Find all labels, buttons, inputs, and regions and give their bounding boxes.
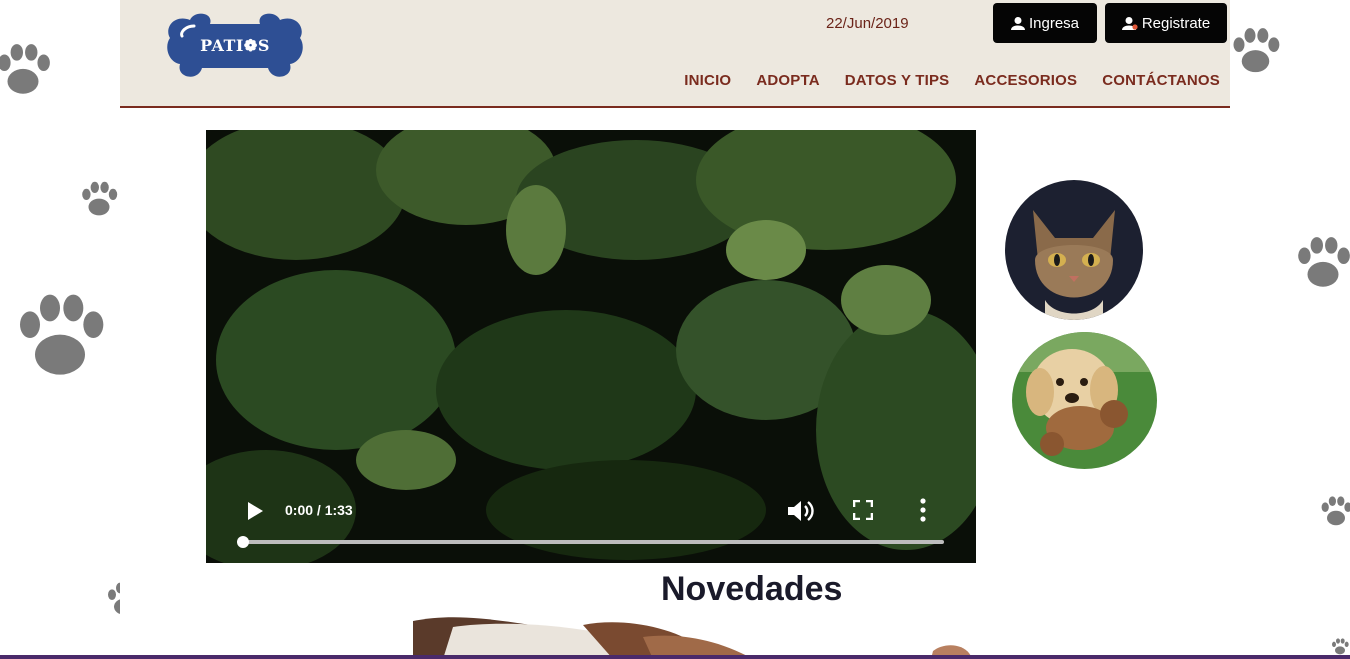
paw-print-icon [1233,28,1280,73]
more-vertical-icon[interactable] [920,498,926,522]
nav-item-datos-y-tips[interactable]: DATOS Y TIPS [845,72,950,89]
volume-icon[interactable] [786,498,814,524]
page-container: PATI❁S 22/Jun/2019 Ingresa Registrate IN… [120,0,1230,659]
site-header: PATI❁S 22/Jun/2019 Ingresa Registrate IN… [120,0,1230,108]
cat-avatar-image[interactable] [1005,180,1143,320]
paw-print-icon [0,44,50,94]
paw-print-icon [20,294,104,375]
login-button[interactable]: Ingresa [993,3,1097,43]
main-nav: INICIO ADOPTA DATOS Y TIPS ACCESORIOS CO… [659,72,1220,89]
user-add-icon [1121,17,1138,30]
nav-item-accesorios[interactable]: ACCESORIOS [974,72,1077,89]
bulldog-photo [413,617,973,659]
video-controls: 0:00 / 1:33 [206,483,976,563]
cat-photo [1005,180,1143,320]
paw-print-icon [82,181,118,216]
site-logo[interactable]: PATI❁S [164,12,306,80]
nav-item-adopta[interactable]: ADOPTA [756,72,819,89]
login-label: Ingresa [1028,14,1080,32]
register-label: Registrate [1141,14,1211,32]
video-time: 0:00 / 1:33 [285,502,353,518]
register-button[interactable]: Registrate [1105,3,1227,43]
video-player[interactable]: 0:00 / 1:33 [206,130,976,563]
dog-photo [1012,332,1157,469]
dog-avatar-image[interactable] [1012,332,1157,469]
user-icon [1010,17,1025,30]
paw-print-icon [1321,496,1350,526]
current-date: 22/Jun/2019 [826,15,909,32]
footer-border [0,655,1350,659]
fullscreen-icon[interactable] [853,500,873,520]
paw-print-icon [1298,237,1350,287]
nav-item-inicio[interactable]: INICIO [684,72,731,89]
play-icon[interactable] [246,501,264,521]
video-progress-knob[interactable] [237,536,249,548]
logo-text: PATI❁S [200,36,270,55]
news-feature-image[interactable] [413,617,973,659]
video-progress-bar[interactable] [237,536,944,548]
nav-item-contactanos[interactable]: CONTÁCTANOS [1102,72,1220,89]
section-title-novedades: Novedades [661,570,843,608]
